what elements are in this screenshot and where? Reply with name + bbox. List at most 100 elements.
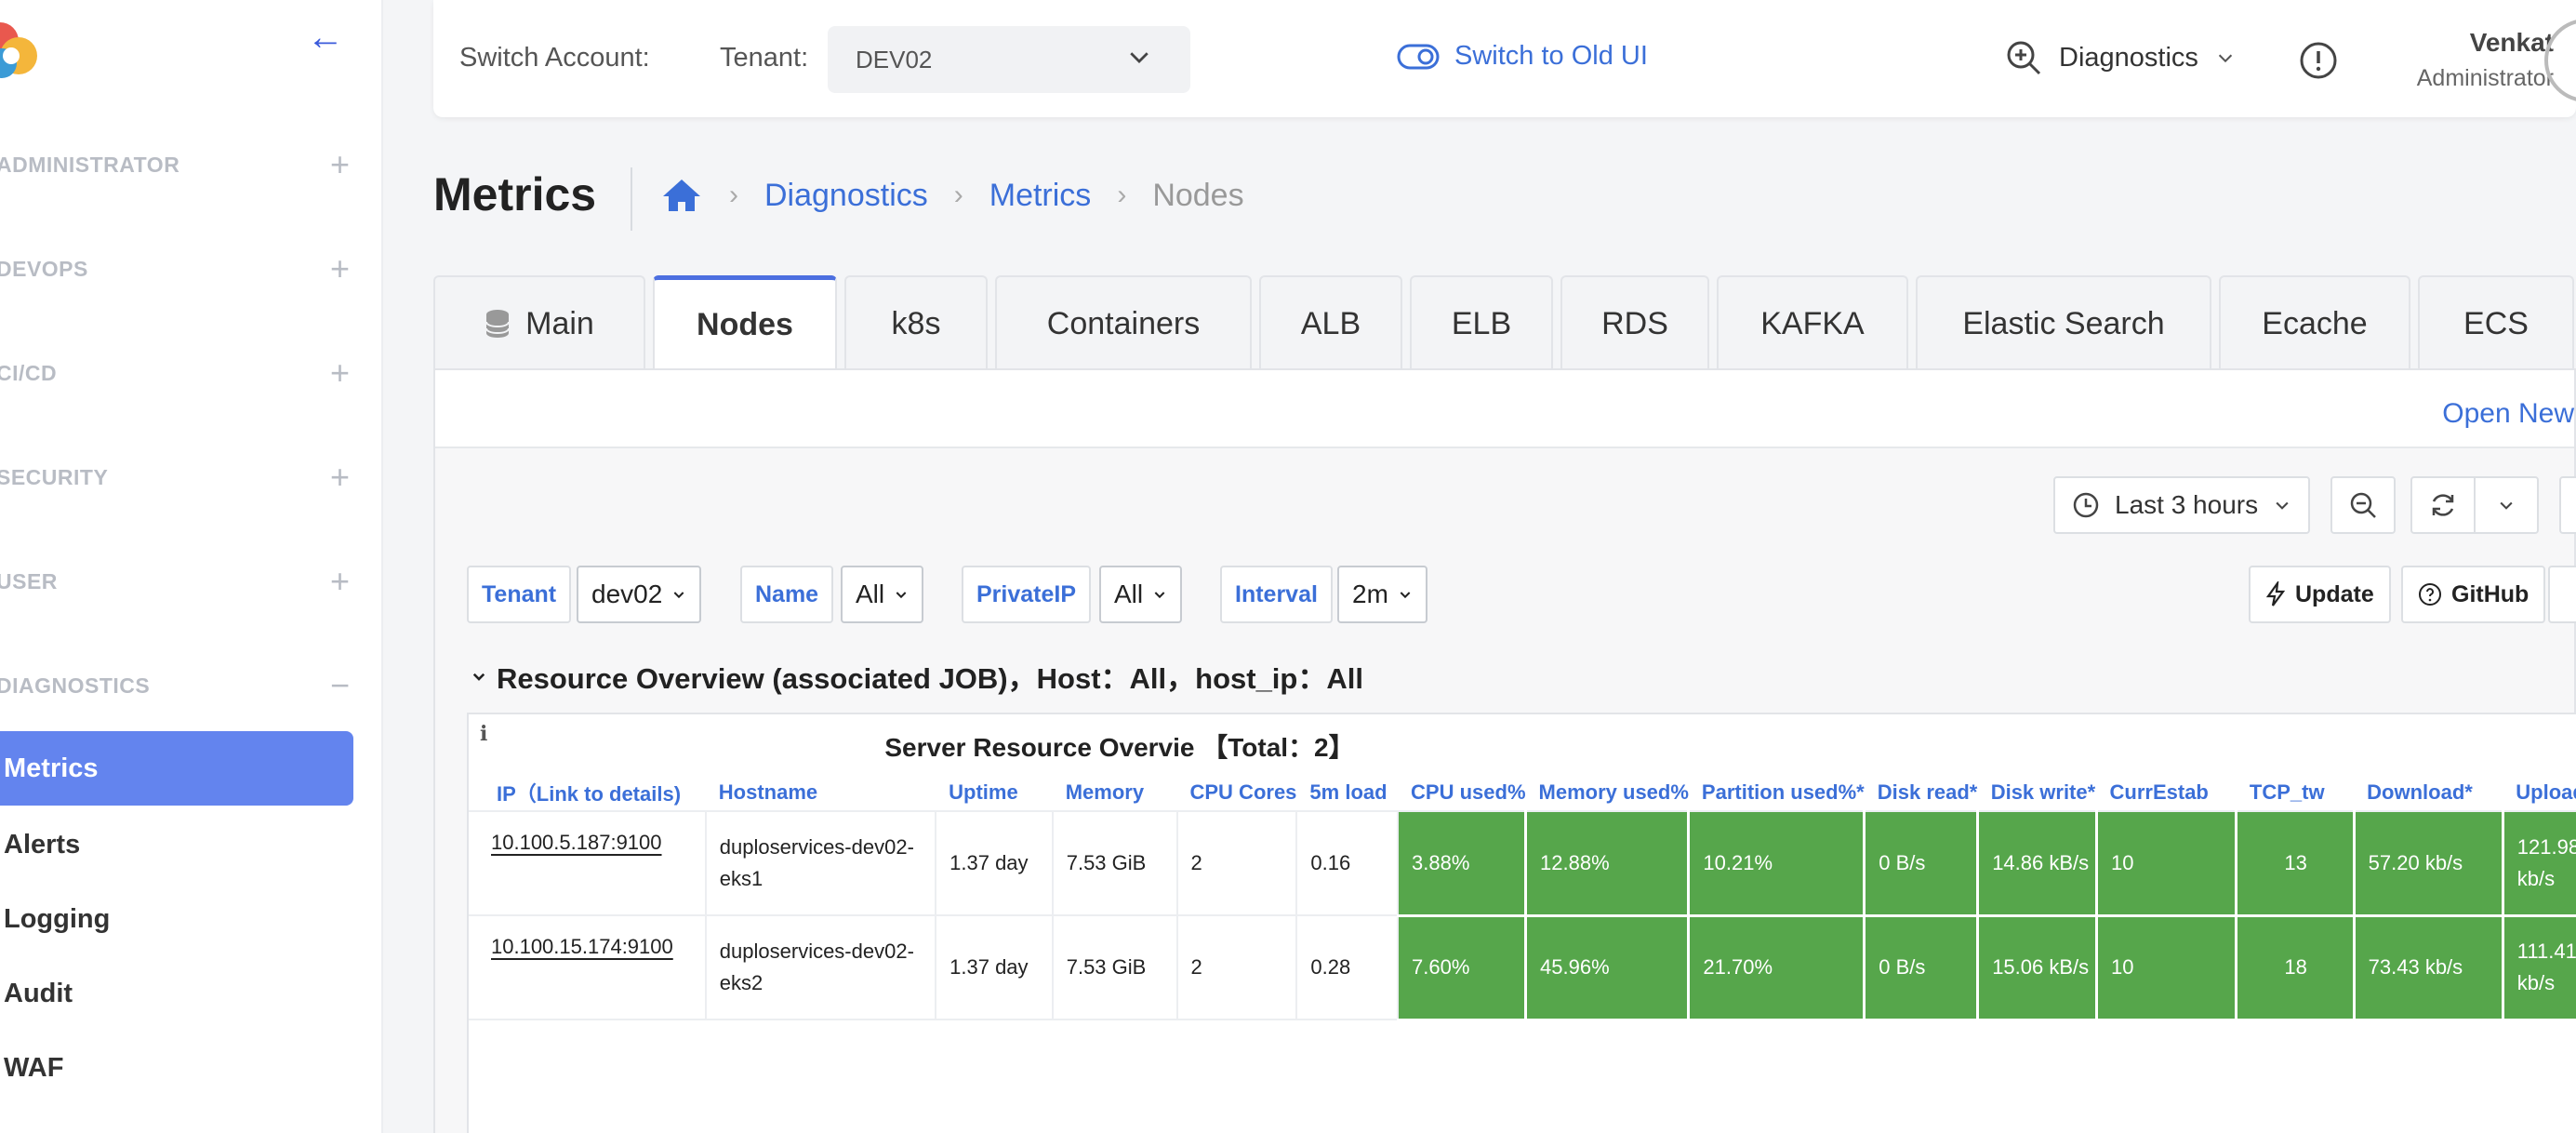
tab-ecache[interactable]: Ecache xyxy=(2219,275,2410,370)
zoom-out-button[interactable] xyxy=(2330,476,2396,534)
variable-select-privateip[interactable]: All xyxy=(1099,566,1183,623)
home-icon[interactable] xyxy=(660,177,703,214)
nav-section-security[interactable]: SECURITY + xyxy=(0,454,350,500)
tab-nodes[interactable]: Nodes xyxy=(653,275,837,370)
metrics-panel: Open New Last 3 hours Tenant dev02 Name … xyxy=(433,368,2576,1133)
chevron-right-icon: › xyxy=(953,180,963,210)
alert-circle-icon[interactable] xyxy=(2299,41,2338,80)
table-cell-ip[interactable]: 10.100.5.187:9100 xyxy=(469,811,707,916)
table-cell: 1.37 day xyxy=(936,915,1054,1020)
title-divider xyxy=(631,167,632,231)
section-label: USER xyxy=(0,568,58,593)
chevron-down-icon xyxy=(1154,592,1165,599)
table-cell: 2 xyxy=(1176,811,1298,916)
expand-icon[interactable]: + xyxy=(330,145,350,184)
table-cell: 7.60% xyxy=(1398,915,1528,1021)
variable-select-interval[interactable]: 2m xyxy=(1337,566,1427,623)
tab-containers[interactable]: Containers xyxy=(995,275,1252,370)
sidebar-item-waf[interactable]: WAF xyxy=(0,1031,353,1105)
column-header[interactable]: Upload* xyxy=(2503,774,2576,812)
tab-alb[interactable]: ALB xyxy=(1259,275,1402,370)
column-header[interactable]: IP（Link to details) xyxy=(469,774,706,812)
tab-elastic-search[interactable]: Elastic Search xyxy=(1916,275,2211,370)
chevron-right-icon: › xyxy=(729,180,738,210)
section-label: ADMINISTRATOR xyxy=(0,152,180,177)
collapse-icon[interactable]: − xyxy=(330,666,350,705)
variable-select-tenant[interactable]: dev02 xyxy=(577,566,702,623)
column-header[interactable]: 5m load xyxy=(1296,774,1399,812)
column-header[interactable]: CurrEstab xyxy=(2096,774,2237,812)
variable-label-tenant: Tenant xyxy=(467,566,572,623)
column-header[interactable]: Hostname xyxy=(705,774,936,812)
time-range-picker[interactable]: Last 3 hours xyxy=(2053,476,2311,534)
column-header[interactable]: Partition used%* xyxy=(1688,774,1865,812)
tab-elb[interactable]: ELB xyxy=(1410,275,1553,370)
nav-section-diagnostics[interactable]: DIAGNOSTICS − xyxy=(0,662,350,709)
zoom-out-icon xyxy=(2350,492,2376,518)
sidebar-item-metrics[interactable]: Metrics xyxy=(0,731,353,806)
sidebar-item-audit[interactable]: Audit xyxy=(0,956,353,1031)
open-new-link[interactable]: Open New xyxy=(2442,398,2574,430)
table-cell: 10 xyxy=(2096,915,2238,1021)
column-header[interactable]: CPU Cores xyxy=(1176,774,1297,812)
tenant-select[interactable]: DEV02 xyxy=(828,26,1190,93)
tab-kafka[interactable]: KAFKA xyxy=(1717,275,1908,370)
tab-ecs[interactable]: ECS xyxy=(2418,275,2574,370)
column-header[interactable]: Disk read* xyxy=(1864,774,1978,812)
column-header[interactable]: TCP_tw xyxy=(2236,774,2355,812)
variable-value: All xyxy=(1114,580,1144,608)
sidebar-item-alerts[interactable]: Alerts xyxy=(0,807,353,882)
bolt-icon xyxy=(2265,581,2286,606)
refresh-button[interactable] xyxy=(2410,476,2476,534)
collapse-sidebar-icon[interactable]: ← xyxy=(307,17,344,59)
expand-icon[interactable]: + xyxy=(330,562,350,601)
column-header[interactable]: Disk write* xyxy=(1977,774,2097,812)
refresh-interval-dropdown[interactable] xyxy=(2474,476,2539,534)
github-button[interactable]: GitHub xyxy=(2401,566,2546,623)
chevron-down-icon xyxy=(2218,54,2233,63)
tenant-label: Tenant: xyxy=(720,43,809,73)
column-header[interactable]: CPU used% xyxy=(1398,774,1526,812)
tab-rds[interactable]: RDS xyxy=(1560,275,1709,370)
help-circle-icon xyxy=(2419,583,2441,606)
expand-icon[interactable]: + xyxy=(330,458,350,497)
expand-icon[interactable]: + xyxy=(330,353,350,393)
section-label: DIAGNOSTICS xyxy=(0,673,151,698)
clock-icon xyxy=(2073,492,2099,518)
column-header[interactable]: Memory xyxy=(1052,774,1177,812)
database-icon xyxy=(485,310,511,338)
table-cell: 18 xyxy=(2236,915,2356,1021)
sidebar-item-logging[interactable]: Logging xyxy=(0,882,353,956)
column-header[interactable]: Download* xyxy=(2354,774,2503,812)
switch-old-ui-link[interactable]: Switch to Old UI xyxy=(1397,41,1648,72)
nav-section-user[interactable]: USER + xyxy=(0,558,350,605)
page-title: Metrics xyxy=(433,168,597,220)
breadcrumb-metrics[interactable]: Metrics xyxy=(989,178,1092,214)
node-detail-link[interactable]: 10.100.5.187:9100 xyxy=(491,831,662,854)
menu-button[interactable] xyxy=(2548,566,2576,623)
breadcrumb-diagnostics[interactable]: Diagnostics xyxy=(764,178,928,214)
table-cell: 73.43 kb/s xyxy=(2354,915,2504,1021)
table-cell: 0.28 xyxy=(1296,915,1400,1020)
nav-section-administrator[interactable]: ADMINISTRATOR + xyxy=(0,141,350,188)
variable-label-privateip: PrivateIP xyxy=(962,566,1092,623)
user-role: Administrator xyxy=(2416,65,2554,91)
tab-k8s[interactable]: k8s xyxy=(844,275,988,370)
row-title[interactable]: Resource Overview (associated JOB)，Host：… xyxy=(471,655,1363,697)
node-detail-link[interactable]: 10.100.15.174:9100 xyxy=(491,935,673,958)
update-button[interactable]: Update xyxy=(2249,566,2391,623)
variable-select-name[interactable]: All xyxy=(841,566,924,623)
column-header[interactable]: Uptime xyxy=(936,774,1053,812)
expand-icon[interactable]: + xyxy=(330,249,350,288)
table-cell-ip[interactable]: 10.100.15.174:9100 xyxy=(469,915,707,1020)
nav-section-devops[interactable]: DEVOPS + xyxy=(0,246,350,292)
variable-value: All xyxy=(856,580,885,608)
tab-main[interactable]: Main xyxy=(433,275,645,370)
nav-section-cicd[interactable]: CI/CD + xyxy=(0,350,350,396)
table-cell: 111.41 kb/s xyxy=(2503,915,2576,1021)
chevron-down-icon xyxy=(1130,52,1149,63)
diagnostics-menu[interactable]: Diagnostics xyxy=(2005,39,2236,76)
more-toolbar-button[interactable] xyxy=(2559,476,2576,534)
column-header[interactable]: Memory used% xyxy=(1525,774,1689,812)
chevron-down-icon xyxy=(2500,501,2513,510)
